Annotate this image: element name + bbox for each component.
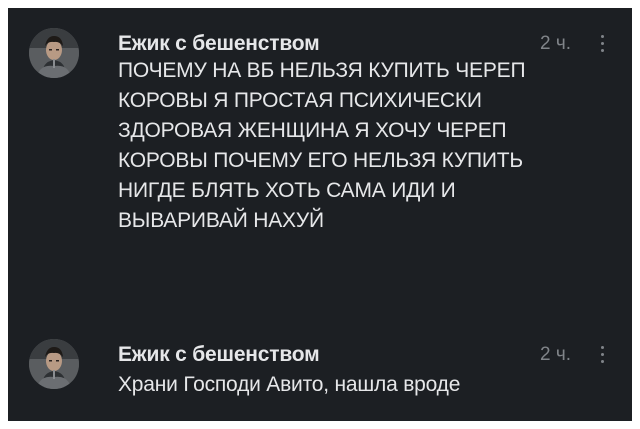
author-name[interactable]: Ежик с бешенством: [118, 343, 320, 367]
avatar[interactable]: [29, 339, 79, 389]
comment-time: 2 ч.: [539, 33, 571, 54]
comment-time: 2 ч.: [539, 344, 571, 365]
more-vertical-icon[interactable]: [599, 344, 605, 366]
comment-text: Храни Господи Авито, нашла вроде: [118, 373, 461, 396]
author-name[interactable]: Ежик с бешенством: [118, 32, 320, 56]
comments-screen: Ежик с бешенством 2 ч. ПОЧЕМУ НА ВБ НЕЛЬ…: [8, 8, 632, 421]
comment-text: ПОЧЕМУ НА ВБ НЕЛЬЗЯ КУПИТЬ ЧЕРЕП КОРОВЫ …: [118, 59, 526, 232]
avatar-image: [29, 339, 79, 389]
avatar[interactable]: [29, 28, 79, 78]
more-vertical-icon[interactable]: [599, 33, 605, 55]
avatar-image: [29, 28, 79, 78]
